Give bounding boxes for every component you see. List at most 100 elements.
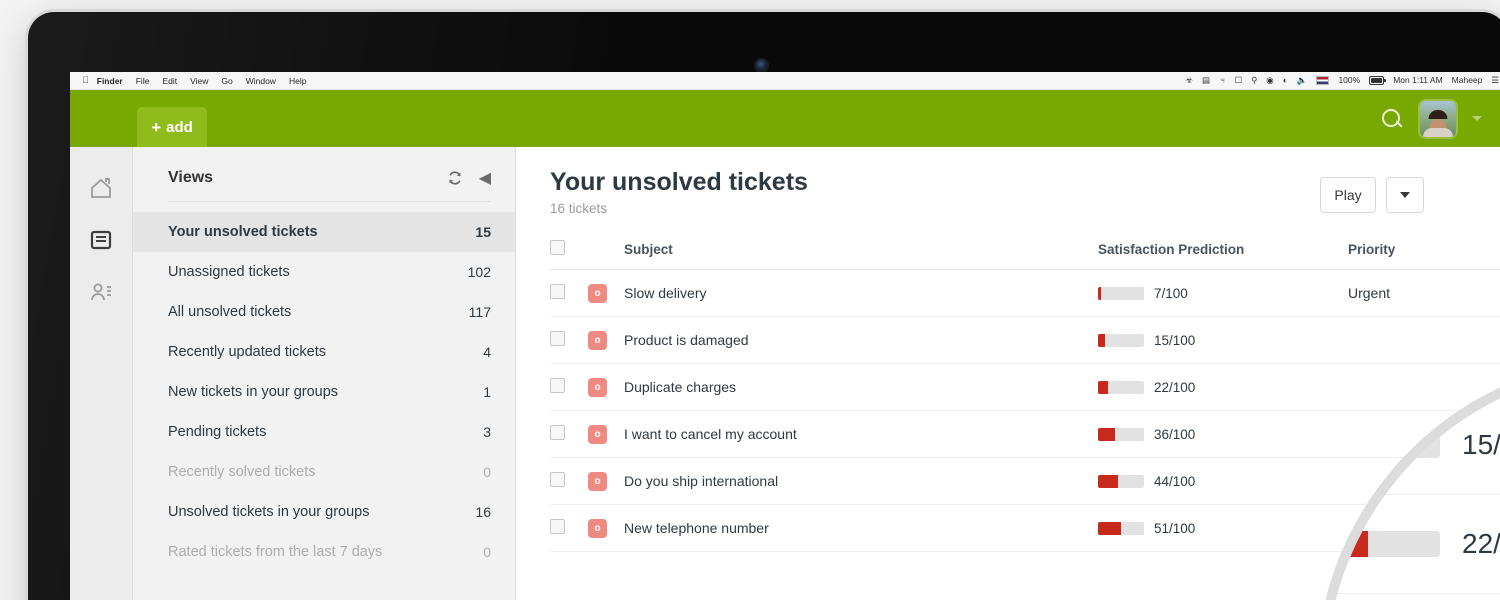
search-icon[interactable]	[1380, 107, 1404, 131]
row-status-cell: o	[588, 363, 624, 412]
row-priority	[1348, 316, 1500, 365]
main-content: Your unsolved tickets 16 tickets Play Su…	[516, 147, 1500, 600]
row-select-cell	[550, 457, 588, 506]
menu-edit[interactable]: Edit	[162, 76, 177, 86]
battery-icon[interactable]	[1369, 76, 1387, 85]
spotlight-search-icon[interactable]: ⚲	[1251, 76, 1257, 85]
row-subject[interactable]: New telephone number	[624, 504, 1098, 553]
row-select-cell	[550, 363, 588, 412]
display-icon[interactable]: ▤	[1202, 76, 1210, 85]
row-checkbox[interactable]	[550, 378, 565, 394]
airplay-icon[interactable]: ☐	[1234, 76, 1242, 85]
page-heading-group: Your unsolved tickets 16 tickets	[550, 169, 808, 217]
status-open-icon: o	[588, 471, 607, 491]
menu-file[interactable]: File	[136, 76, 150, 86]
views-sidebar: Views ◀ Your unsolved tickets 15 Unassigne…	[133, 147, 516, 600]
sidebar-item-view[interactable]: All unsolved tickets 117	[133, 292, 515, 332]
satisfaction-score: 22/100	[1154, 379, 1196, 395]
home-icon[interactable]	[88, 175, 114, 201]
table-row[interactable]: o Slow delivery 7/100 Urgent	[550, 269, 1500, 318]
satisfaction-bar	[1098, 474, 1144, 488]
priority-header[interactable]: Priority	[1348, 240, 1500, 271]
play-dropdown-button[interactable]	[1386, 177, 1424, 213]
top-bar-right-group	[1380, 100, 1500, 137]
refresh-icon[interactable]	[447, 170, 463, 186]
table-row[interactable]: o Product is damaged 15/100	[550, 316, 1500, 365]
avatar-hair	[1428, 109, 1448, 119]
menu-go[interactable]: Go	[221, 76, 232, 86]
row-checkbox[interactable]	[550, 519, 565, 535]
sidebar-item-view[interactable]: New tickets in your groups 1	[133, 372, 515, 412]
notification-center-icon[interactable]: ☰	[1491, 76, 1499, 85]
row-subject[interactable]: Do you ship international	[624, 457, 1098, 506]
clock[interactable]: Mon 1:11 AM	[1393, 76, 1442, 85]
sidebar-item-view[interactable]: Recently solved tickets 0	[133, 452, 515, 492]
timemachine-icon[interactable]: ◉	[1266, 76, 1273, 85]
row-status-cell: o	[588, 410, 624, 459]
chevron-left-icon[interactable]: ◀	[479, 170, 491, 186]
sidebar-item-view[interactable]: Unassigned tickets 102	[133, 252, 515, 292]
satisfaction-score: 51/100	[1154, 520, 1196, 536]
sidebar-item-view[interactable]: Unsolved tickets in your groups 16	[133, 492, 515, 532]
tickets-table-head: Subject Satisfaction Prediction Priority	[550, 240, 1500, 271]
sidebar-item-view[interactable]: Recently updated tickets 4	[133, 332, 515, 372]
battery-percent: 100%	[1338, 75, 1361, 86]
satisfaction-header[interactable]: Satisfaction Prediction	[1098, 240, 1348, 271]
table-row[interactable]: o Do you ship international 44/100	[550, 457, 1500, 506]
subject-header[interactable]: Subject	[624, 240, 1098, 271]
screenshot-stage:  Finder File Edit View Go Window Help ☣…	[0, 0, 1500, 600]
menu-window[interactable]: Window	[246, 76, 276, 86]
table-row[interactable]: o I want to cancel my account 36/100	[550, 410, 1500, 459]
row-checkbox[interactable]	[550, 331, 565, 347]
row-priority	[1348, 504, 1500, 553]
view-count: 102	[467, 264, 491, 280]
satisfaction-score: 36/100	[1154, 426, 1196, 442]
us-flag-icon[interactable]	[1316, 76, 1330, 85]
tickets-table: Subject Satisfaction Prediction Priority…	[550, 240, 1500, 553]
status-open-icon: o	[588, 518, 607, 538]
views-icon[interactable]	[88, 227, 114, 253]
plus-icon: +	[151, 117, 162, 137]
row-select-cell	[550, 410, 588, 459]
sidebar-item-view[interactable]: Pending tickets 3	[133, 412, 515, 452]
main-header: Your unsolved tickets 16 tickets Play	[550, 169, 1500, 216]
menu-view[interactable]: View	[190, 76, 208, 86]
row-subject[interactable]: Duplicate charges	[624, 363, 1098, 412]
row-status-cell: o	[588, 316, 624, 365]
ticket-count: 16 tickets	[550, 201, 608, 217]
user-name[interactable]: Maheep	[1452, 76, 1483, 85]
row-status-cell: o	[588, 457, 624, 506]
sidebar-item-view[interactable]: Rated tickets from the last 7 days 0	[133, 532, 515, 572]
row-checkbox[interactable]	[550, 425, 565, 441]
menu-help[interactable]: Help	[289, 76, 306, 86]
magnified-table-row: cel my account36/100Mary Jone	[1326, 594, 1500, 600]
view-label: Rated tickets from the last 7 days	[168, 544, 383, 560]
bluetooth-icon[interactable]: ♃	[1219, 76, 1225, 85]
app-body: Views ◀ Your unsolved tickets 15 Unassigne…	[70, 147, 1500, 600]
wifi-icon[interactable]: ◐	[1283, 76, 1288, 85]
dropbox-icon[interactable]: ☣	[1185, 76, 1193, 85]
table-row[interactable]: o Duplicate charges 22/100	[550, 363, 1500, 412]
row-checkbox[interactable]	[550, 472, 565, 488]
view-label: Pending tickets	[168, 424, 267, 440]
row-satisfaction-cell: 22/100	[1098, 363, 1348, 412]
select-all-checkbox[interactable]	[550, 240, 565, 256]
volume-icon[interactable]: 🔈	[1297, 76, 1308, 85]
avatar[interactable]	[1420, 100, 1456, 137]
row-subject[interactable]: Product is damaged	[624, 316, 1098, 365]
chevron-down-icon[interactable]	[1472, 116, 1482, 121]
row-satisfaction-cell: 51/100	[1098, 504, 1348, 553]
row-checkbox[interactable]	[550, 284, 565, 300]
view-count: 4	[483, 344, 491, 360]
sidebar-item-view[interactable]: Your unsolved tickets 15	[133, 212, 515, 252]
view-count: 117	[468, 304, 491, 320]
play-button[interactable]: Play	[1320, 177, 1376, 213]
customers-icon[interactable]	[88, 279, 114, 305]
table-row[interactable]: o New telephone number 51/100	[550, 504, 1500, 553]
row-status-cell: o	[588, 269, 624, 318]
row-subject[interactable]: Slow delivery	[624, 269, 1098, 318]
menu-finder[interactable]: Finder	[97, 76, 123, 86]
apple-icon[interactable]: 	[82, 76, 89, 85]
add-button[interactable]: + add	[137, 107, 207, 147]
row-subject[interactable]: I want to cancel my account	[624, 410, 1098, 459]
